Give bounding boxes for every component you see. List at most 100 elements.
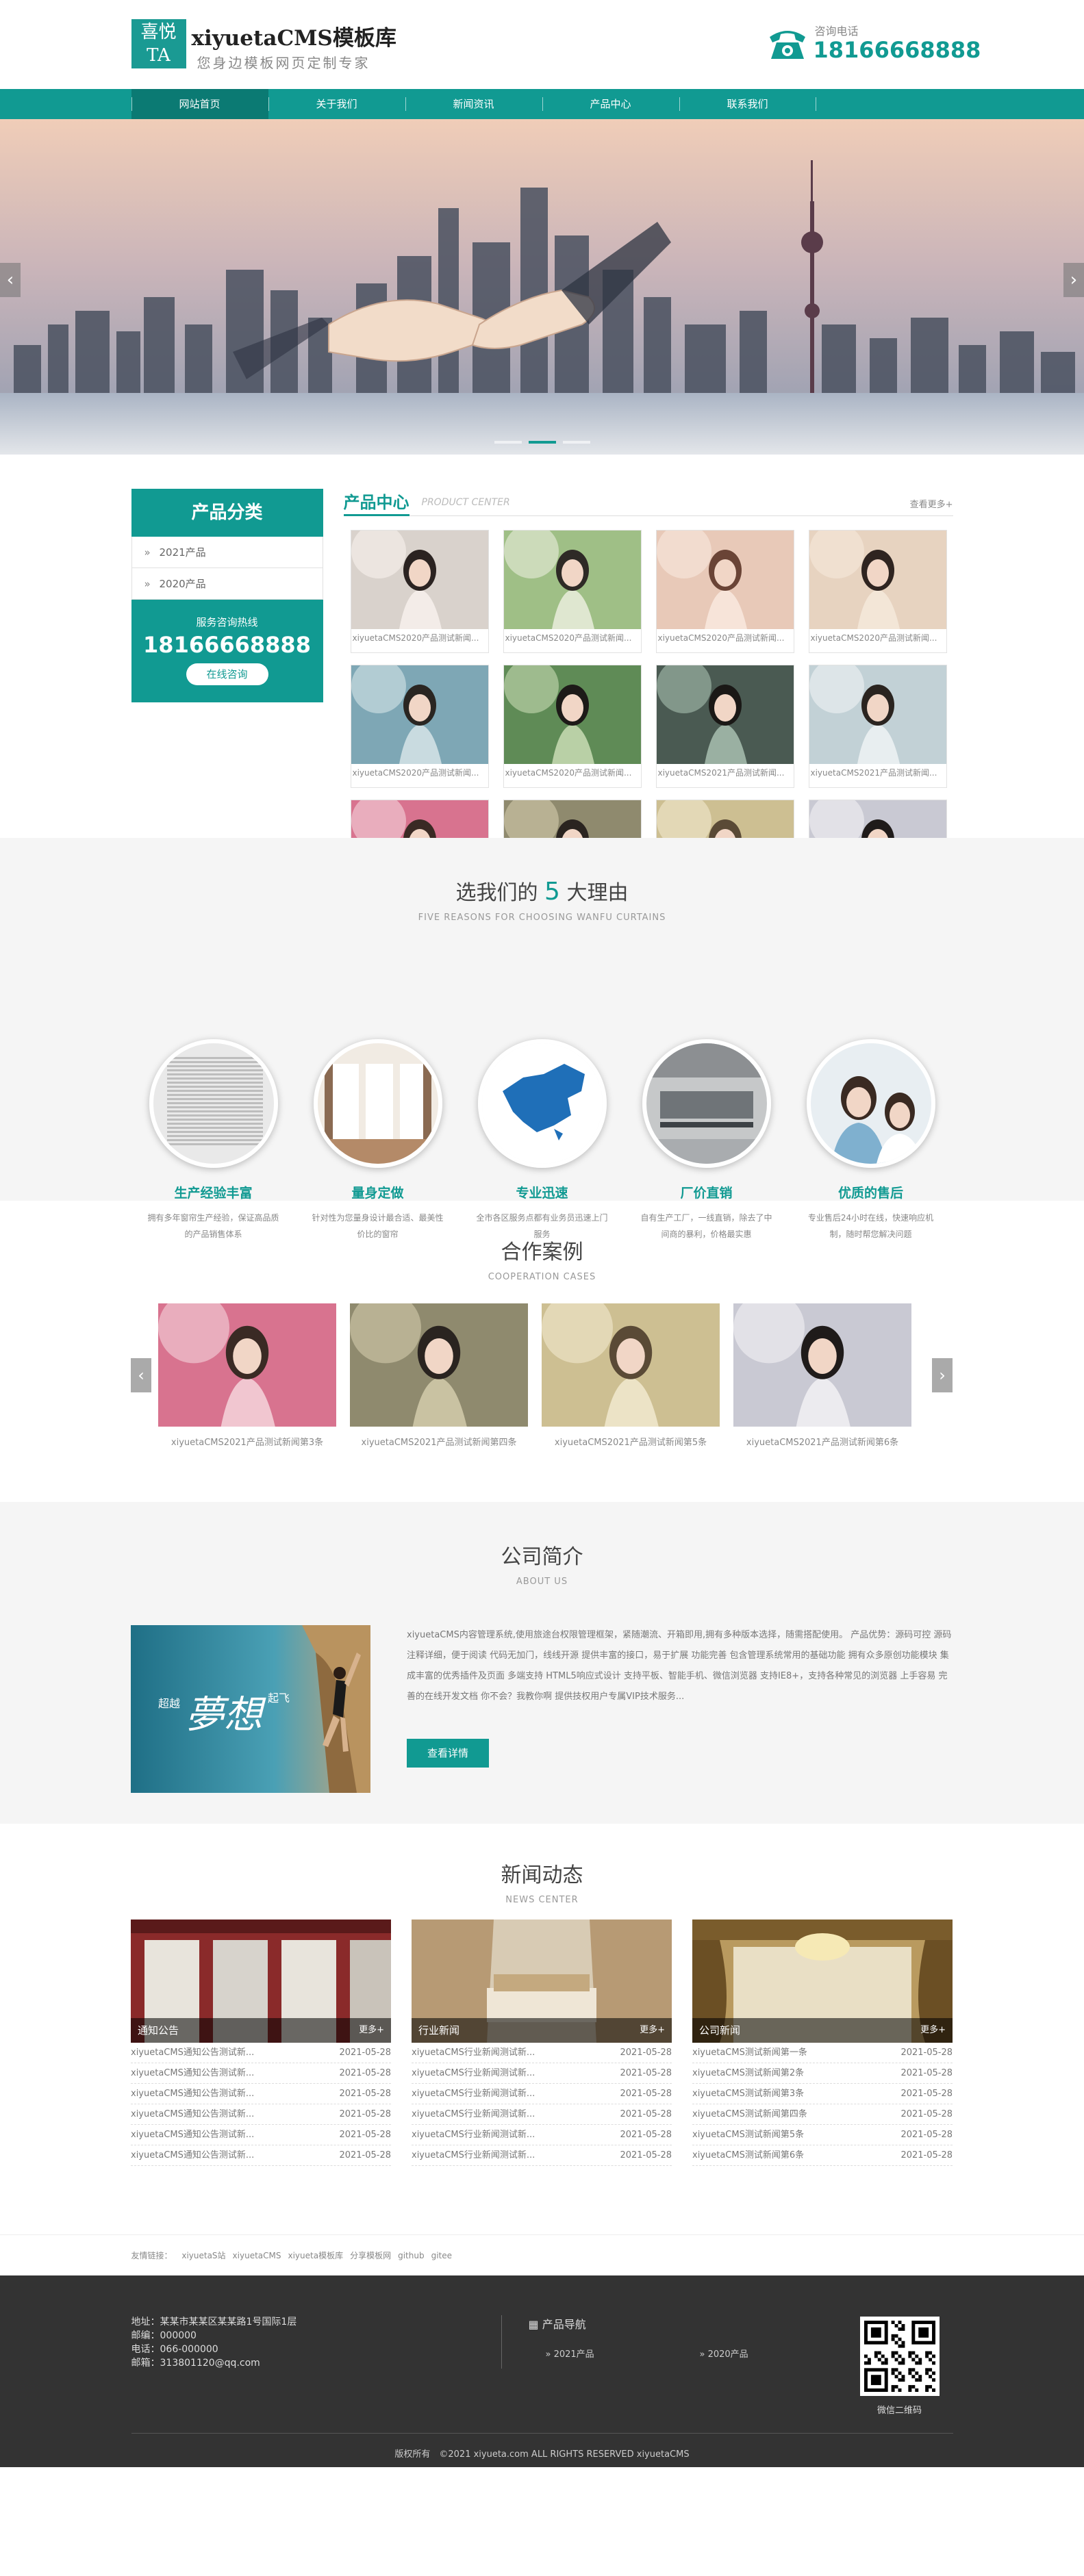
news-row[interactable]: xiyuetaCMS测试新闻第5条 2021-05-28 bbox=[692, 2125, 953, 2145]
product-card[interactable]: xiyuetaCMS2020产品测试新闻... bbox=[503, 530, 642, 653]
news-row[interactable]: xiyuetaCMS测试新闻第四条 2021-05-28 bbox=[692, 2104, 953, 2125]
product-caption[interactable]: xiyuetaCMS2020产品测试新闻... bbox=[351, 767, 488, 778]
product-caption[interactable]: xiyuetaCMS2020产品测试新闻... bbox=[809, 632, 946, 643]
news-row[interactable]: xiyuetaCMS测试新闻第一条 2021-05-28 bbox=[692, 2043, 953, 2063]
banner-dot[interactable] bbox=[494, 441, 522, 444]
case-caption[interactable]: xiyuetaCMS2021产品测试新闻第5条 bbox=[542, 1435, 720, 1448]
news-row-title[interactable]: xiyuetaCMS测试新闻第一条 bbox=[692, 2048, 807, 2058]
product-caption[interactable]: xiyuetaCMS2020产品测试新闻... bbox=[504, 767, 641, 778]
news-row-title[interactable]: xiyuetaCMS测试新闻第3条 bbox=[692, 2089, 804, 2099]
news-row[interactable]: xiyuetaCMS行业新闻测试新... 2021-05-28 bbox=[412, 2084, 672, 2104]
product-caption[interactable]: xiyuetaCMS2020产品测试新闻... bbox=[504, 632, 641, 643]
news-row[interactable]: xiyuetaCMS通知公告测试新... 2021-05-28 bbox=[131, 2063, 391, 2084]
case-caption[interactable]: xiyuetaCMS2021产品测试新闻第3条 bbox=[158, 1435, 336, 1448]
product-caption[interactable]: xiyuetaCMS2021产品测试新闻... bbox=[809, 767, 946, 778]
news-row[interactable]: xiyuetaCMS测试新闻第2条 2021-05-28 bbox=[692, 2063, 953, 2084]
news-more-link[interactable]: 更多+ bbox=[640, 2018, 665, 2043]
product-card[interactable]: xiyuetaCMS2020产品测试新闻... bbox=[503, 665, 642, 788]
product-image[interactable] bbox=[656, 531, 794, 629]
nav-item-home[interactable]: 网站首页 bbox=[131, 89, 268, 119]
news-row-title[interactable]: xiyuetaCMS测试新闻第2条 bbox=[692, 2068, 804, 2078]
news-image[interactable]: 通知公告 更多+ bbox=[131, 1920, 391, 2043]
case-image[interactable] bbox=[542, 1303, 720, 1427]
product-image[interactable] bbox=[351, 665, 488, 764]
footer-nav-item-2021[interactable]: » 2021产品 bbox=[546, 2347, 594, 2360]
product-card[interactable]: xiyuetaCMS2020产品测试新闻... bbox=[808, 530, 947, 653]
nav-item-contact[interactable]: 联系我们 bbox=[679, 89, 816, 119]
friend-link[interactable]: github bbox=[398, 2251, 424, 2260]
product-card[interactable]: xiyuetaCMS2020产品测试新闻... bbox=[350, 530, 489, 653]
product-image[interactable] bbox=[656, 665, 794, 764]
news-row-title[interactable]: xiyuetaCMS行业新闻测试新... bbox=[412, 2089, 535, 2099]
case-item[interactable]: xiyuetaCMS2021产品测试新闻第6条 bbox=[733, 1303, 911, 1448]
case-image[interactable] bbox=[158, 1303, 336, 1427]
case-item[interactable]: xiyuetaCMS2021产品测试新闻第四条 bbox=[350, 1303, 528, 1448]
news-image[interactable]: 行业新闻 更多+ bbox=[412, 1920, 672, 2043]
news-row[interactable]: xiyuetaCMS行业新闻测试新... 2021-05-28 bbox=[412, 2125, 672, 2145]
news-image[interactable]: 公司新闻 更多+ bbox=[692, 1920, 953, 2043]
news-row[interactable]: xiyuetaCMS测试新闻第6条 2021-05-28 bbox=[692, 2145, 953, 2166]
news-row[interactable]: xiyuetaCMS行业新闻测试新... 2021-05-28 bbox=[412, 2104, 672, 2125]
friend-link[interactable]: gitee bbox=[431, 2251, 452, 2260]
product-image[interactable] bbox=[503, 665, 641, 764]
news-more-link[interactable]: 更多+ bbox=[920, 2018, 946, 2043]
news-row-title[interactable]: xiyuetaCMS行业新闻测试新... bbox=[412, 2068, 535, 2078]
nav-item-about[interactable]: 关于我们 bbox=[268, 89, 405, 119]
news-category-label[interactable]: 行业新闻 bbox=[418, 2024, 459, 2037]
product-card[interactable]: xiyuetaCMS2020产品测试新闻... bbox=[655, 530, 794, 653]
product-card[interactable]: xiyuetaCMS2020产品测试新闻... bbox=[350, 665, 489, 788]
product-more-link[interactable]: 查看更多+ bbox=[910, 497, 953, 510]
news-row-title[interactable]: xiyuetaCMS通知公告测试新... bbox=[131, 2089, 254, 2099]
banner-prev-button[interactable]: ‹ bbox=[0, 263, 21, 297]
nav-item-products[interactable]: 产品中心 bbox=[542, 89, 679, 119]
product-image[interactable] bbox=[351, 531, 488, 629]
banner-dot[interactable] bbox=[562, 441, 590, 444]
product-image[interactable] bbox=[809, 531, 946, 629]
news-row-title[interactable]: xiyuetaCMS通知公告测试新... bbox=[131, 2150, 254, 2160]
friend-link[interactable]: 分享模板网 bbox=[350, 2251, 391, 2260]
case-caption[interactable]: xiyuetaCMS2021产品测试新闻第四条 bbox=[350, 1435, 528, 1448]
product-card[interactable]: xiyuetaCMS2021产品测试新闻... bbox=[808, 665, 947, 788]
nav-item-news[interactable]: 新闻资讯 bbox=[405, 89, 542, 119]
news-row-title[interactable]: xiyuetaCMS测试新闻第5条 bbox=[692, 2130, 804, 2140]
news-row-title[interactable]: xiyuetaCMS测试新闻第四条 bbox=[692, 2109, 807, 2119]
news-row-title[interactable]: xiyuetaCMS行业新闻测试新... bbox=[412, 2109, 535, 2119]
news-row-title[interactable]: xiyuetaCMS行业新闻测试新... bbox=[412, 2150, 535, 2160]
news-row-title[interactable]: xiyuetaCMS行业新闻测试新... bbox=[412, 2130, 535, 2140]
friend-link[interactable]: xiyueta模板库 bbox=[288, 2251, 343, 2260]
about-details-button[interactable]: 查看详情 bbox=[407, 1739, 489, 1768]
case-image[interactable] bbox=[350, 1303, 528, 1427]
news-row[interactable]: xiyuetaCMS通知公告测试新... 2021-05-28 bbox=[131, 2104, 391, 2125]
news-row-title[interactable]: xiyuetaCMS行业新闻测试新... bbox=[412, 2048, 535, 2058]
news-row[interactable]: xiyuetaCMS通知公告测试新... 2021-05-28 bbox=[131, 2125, 391, 2145]
news-row[interactable]: xiyuetaCMS通知公告测试新... 2021-05-28 bbox=[131, 2145, 391, 2166]
news-row[interactable]: xiyuetaCMS通知公告测试新... 2021-05-28 bbox=[131, 2043, 391, 2063]
product-image[interactable] bbox=[809, 665, 946, 764]
news-row-title[interactable]: xiyuetaCMS通知公告测试新... bbox=[131, 2048, 254, 2058]
news-row[interactable]: xiyuetaCMS行业新闻测试新... 2021-05-28 bbox=[412, 2043, 672, 2063]
news-category-label[interactable]: 通知公告 bbox=[138, 2024, 179, 2037]
case-item[interactable]: xiyuetaCMS2021产品测试新闻第5条 bbox=[542, 1303, 720, 1448]
banner-next-button[interactable]: › bbox=[1063, 263, 1084, 297]
sidebar-item-2021[interactable]: 2021产品 bbox=[131, 537, 323, 568]
news-row-title[interactable]: xiyuetaCMS通知公告测试新... bbox=[131, 2068, 254, 2078]
friend-link[interactable]: xiyuetaCMS bbox=[233, 2251, 281, 2260]
product-image[interactable] bbox=[503, 531, 641, 629]
case-caption[interactable]: xiyuetaCMS2021产品测试新闻第6条 bbox=[733, 1435, 911, 1448]
sidebar-item-2020[interactable]: 2020产品 bbox=[131, 568, 323, 600]
footer-nav-item-2020[interactable]: » 2020产品 bbox=[700, 2347, 748, 2360]
news-row[interactable]: xiyuetaCMS行业新闻测试新... 2021-05-28 bbox=[412, 2145, 672, 2166]
cases-next-button[interactable]: › bbox=[932, 1358, 953, 1392]
cases-prev-button[interactable]: ‹ bbox=[131, 1358, 151, 1392]
case-image[interactable] bbox=[733, 1303, 911, 1427]
product-caption[interactable]: xiyuetaCMS2020产品测试新闻... bbox=[657, 632, 794, 643]
news-row-title[interactable]: xiyuetaCMS测试新闻第6条 bbox=[692, 2150, 804, 2160]
product-caption[interactable]: xiyuetaCMS2020产品测试新闻... bbox=[351, 632, 488, 643]
news-row[interactable]: xiyuetaCMS测试新闻第3条 2021-05-28 bbox=[692, 2084, 953, 2104]
banner-dot[interactable] bbox=[528, 441, 556, 444]
news-more-link[interactable]: 更多+ bbox=[359, 2018, 384, 2043]
news-row[interactable]: xiyuetaCMS行业新闻测试新... 2021-05-28 bbox=[412, 2063, 672, 2084]
news-row-title[interactable]: xiyuetaCMS通知公告测试新... bbox=[131, 2109, 254, 2119]
product-card[interactable]: xiyuetaCMS2021产品测试新闻... bbox=[655, 665, 794, 788]
product-caption[interactable]: xiyuetaCMS2021产品测试新闻... bbox=[657, 767, 794, 778]
